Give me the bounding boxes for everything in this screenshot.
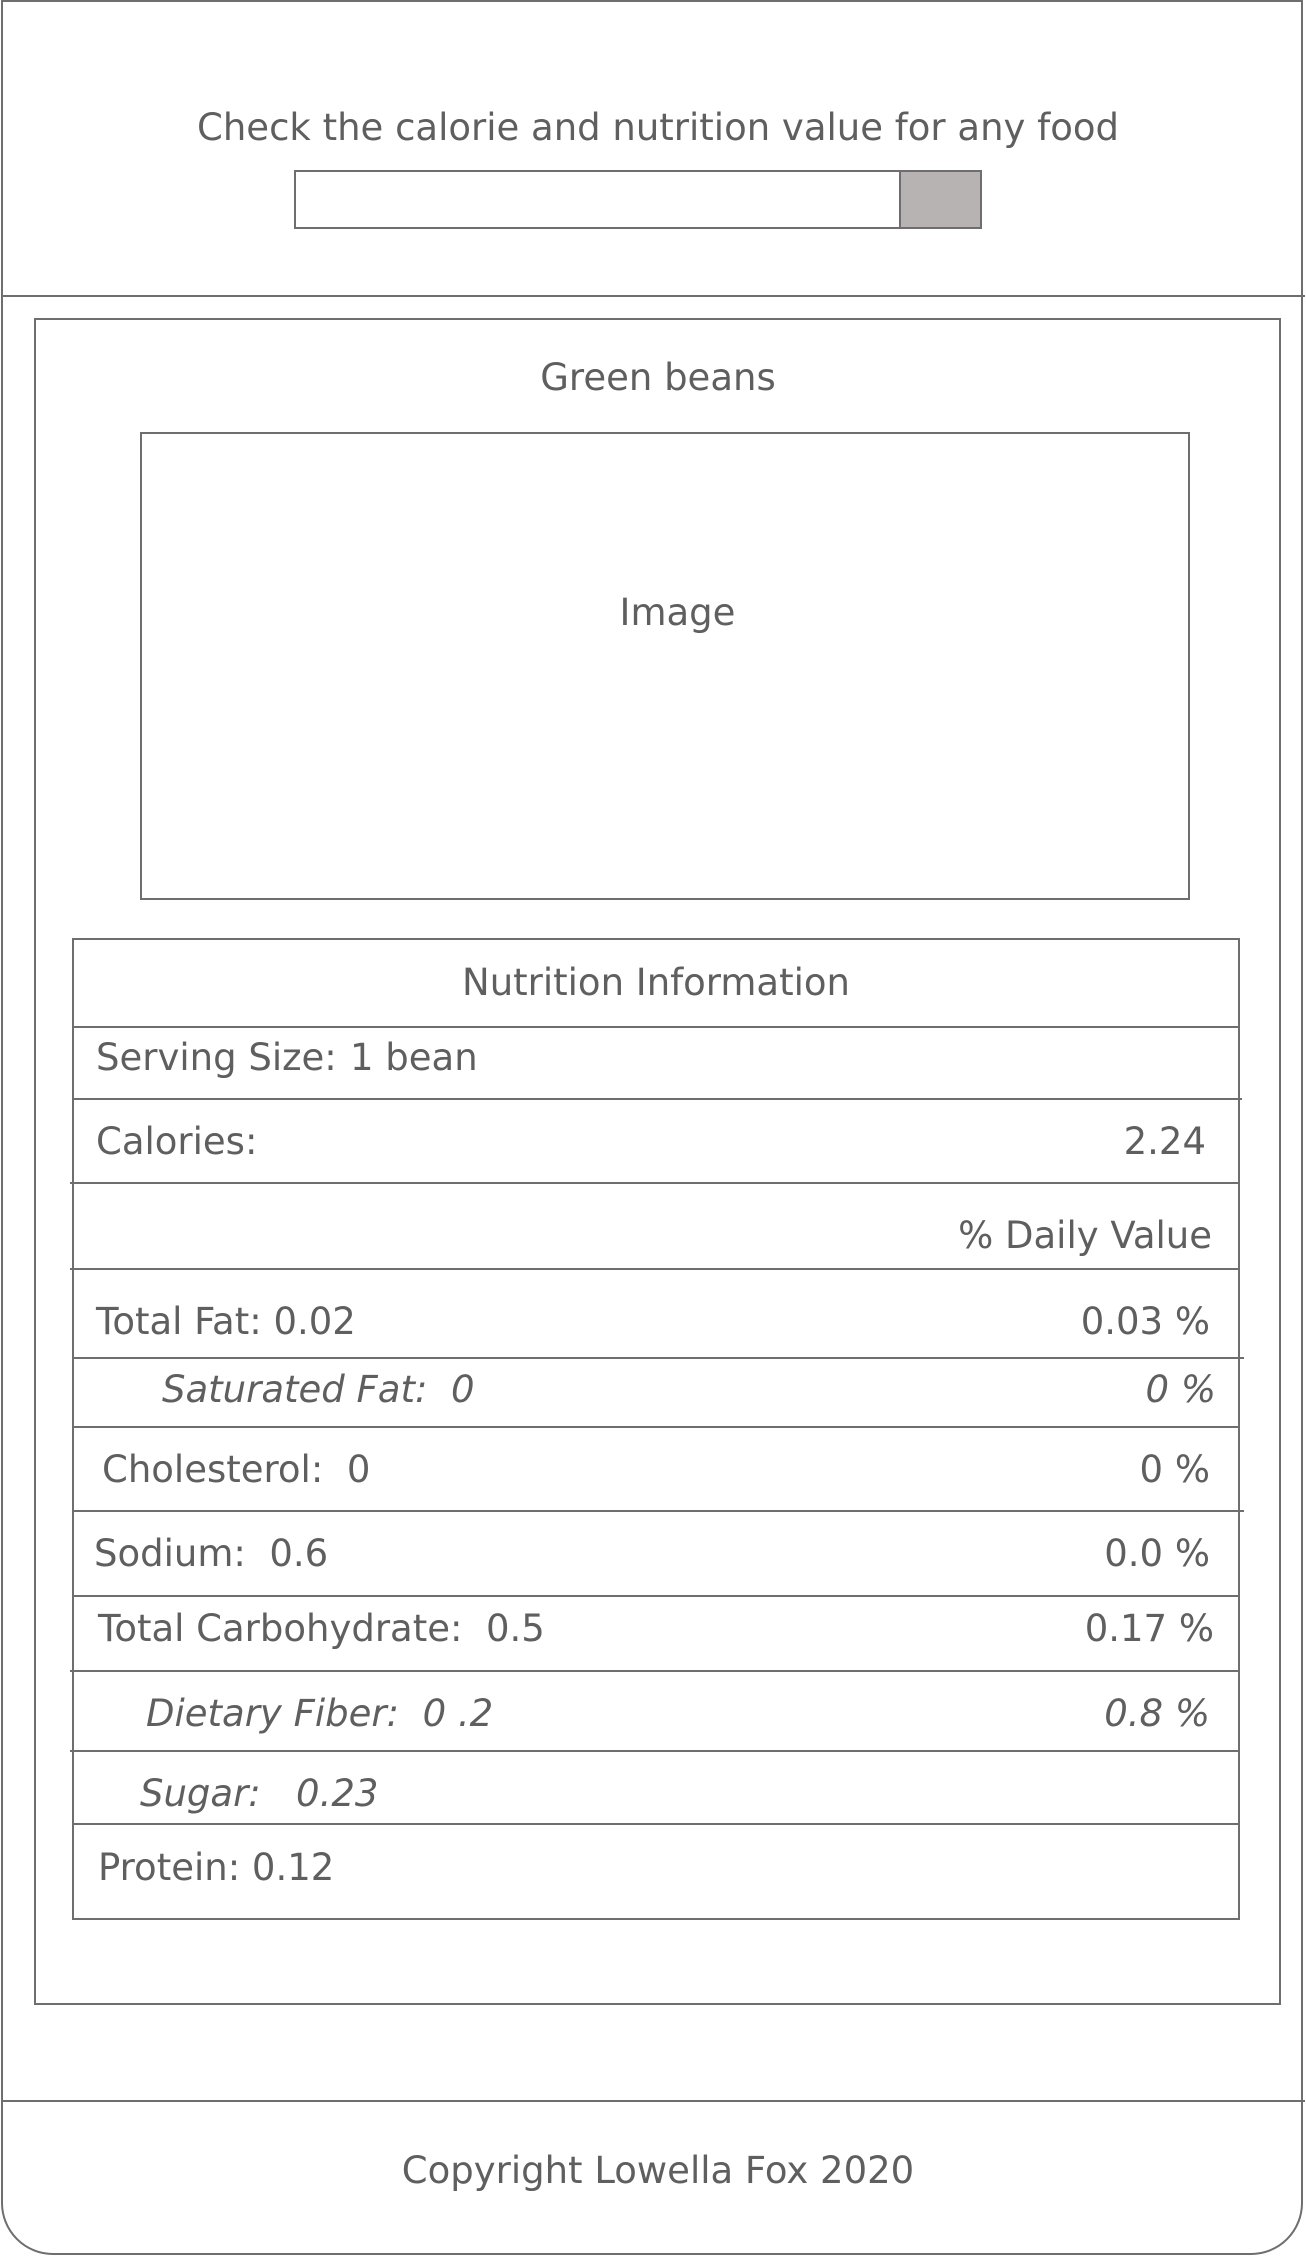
nutrient-dv-sodium: 0.0 %: [1104, 1532, 1210, 1575]
calories-value: 2.24: [1123, 1120, 1206, 1163]
nutrition-table-title: Nutrition Information: [462, 961, 850, 1004]
table-divider: [72, 1510, 1244, 1512]
nutrient-label-sodium: Sodium: 0.6: [94, 1532, 329, 1575]
nutrient-label-sugar: Sugar: 0.23: [140, 1772, 379, 1815]
serving-size-label: Serving Size:: [96, 1036, 337, 1079]
calories-label: Calories:: [96, 1120, 258, 1163]
table-divider: [70, 1670, 1240, 1672]
nutrient-dv-dietary-fiber: 0.8 %: [1104, 1692, 1210, 1735]
table-divider: [70, 1182, 1240, 1184]
nutrient-dv-total-carbohydrate: 0.17 %: [1084, 1607, 1214, 1650]
food-image-placeholder: [140, 432, 1190, 900]
table-divider: [70, 1268, 1240, 1270]
table-divider: [72, 1426, 1240, 1428]
search-button[interactable]: [899, 170, 982, 229]
nutrient-label-total-carbohydrate: Total Carbohydrate: 0.5: [98, 1607, 545, 1650]
table-divider: [72, 1098, 1242, 1100]
search-input[interactable]: [294, 170, 901, 229]
image-placeholder-label: Image: [619, 591, 736, 634]
page-tagline: Check the calorie and nutrition value fo…: [197, 106, 1119, 149]
table-divider: [72, 1357, 1244, 1359]
table-divider: [72, 1595, 1240, 1597]
nutrient-label-total-fat: Total Fat: 0.02: [96, 1300, 356, 1343]
header-divider: [1, 295, 1305, 297]
table-divider: [72, 1823, 1240, 1825]
nutrient-dv-saturated-fat: 0 %: [1145, 1368, 1216, 1411]
table-divider: [70, 1750, 1240, 1752]
nutrient-dv-total-fat: 0.03 %: [1080, 1300, 1210, 1343]
serving-size-value: 1 bean: [350, 1036, 478, 1079]
table-divider: [72, 1026, 1240, 1028]
nutrient-dv-cholesterol: 0 %: [1139, 1448, 1210, 1491]
nutrient-label-saturated-fat: Saturated Fat: 0: [162, 1368, 475, 1411]
food-name: Green beans: [540, 356, 776, 399]
footer-divider: [1, 2100, 1305, 2102]
nutrient-label-dietary-fiber: Dietary Fiber: 0 .2: [146, 1692, 494, 1735]
daily-value-header: % Daily Value: [958, 1214, 1212, 1257]
copyright-text: Copyright Lowella Fox 2020: [401, 2149, 915, 2192]
nutrient-label-cholesterol: Cholesterol: 0: [102, 1448, 371, 1491]
nutrient-label-protein: Protein: 0.12: [98, 1846, 335, 1889]
